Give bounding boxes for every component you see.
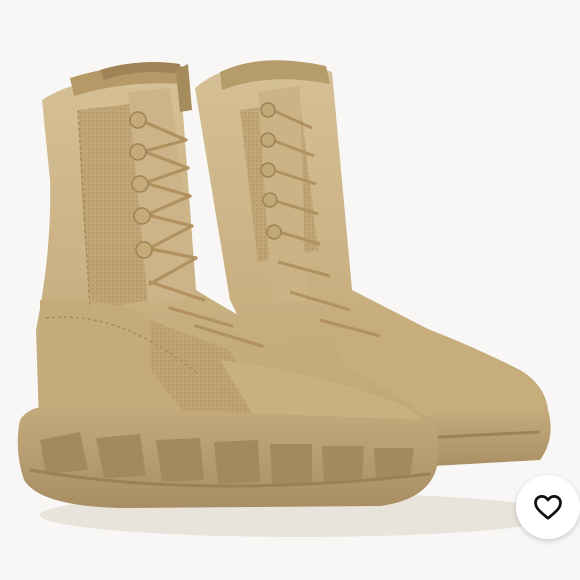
product-photo	[0, 0, 580, 580]
tan-tactical-boots-illustration	[17, 60, 560, 537]
like-button[interactable]	[516, 475, 580, 539]
listing-photo-frame	[0, 0, 580, 580]
heart-outline-icon	[534, 495, 562, 520]
